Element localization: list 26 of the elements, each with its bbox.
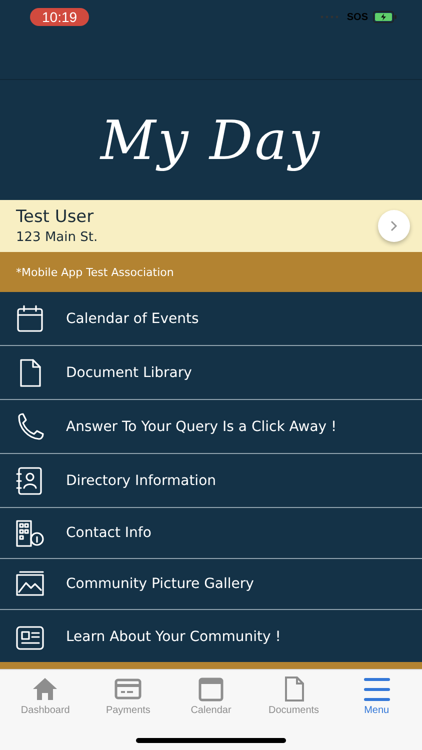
chevron-button[interactable] (378, 210, 410, 242)
phone-icon (15, 412, 45, 442)
navigation-row[interactable]: Learn About Your Community ! (0, 610, 422, 664)
navigation-row[interactable]: Document Library (0, 346, 422, 400)
navigation-row[interactable]: Contact Info (0, 508, 422, 559)
calendar-icon (196, 676, 225, 702)
contact-card-icon (15, 466, 45, 496)
image-icon (15, 569, 45, 599)
association-name: *Mobile App Test Association (16, 266, 174, 278)
user-name: Test User (16, 207, 95, 227)
carrier-text: SOS (346, 12, 368, 22)
chevron-right-icon (390, 220, 398, 232)
status-time: 10:19 (30, 8, 90, 26)
user-address: 123 Main St. (16, 230, 98, 245)
menu-icon (362, 676, 391, 702)
navigation-row[interactable]: Directory Information (0, 454, 422, 508)
navigation-row[interactable]: Community Picture Gallery (0, 559, 422, 610)
tab-bar-item[interactable]: Menu (338, 676, 416, 716)
battery-icon (373, 11, 397, 23)
credit-card-icon (114, 676, 142, 702)
navigation-row[interactable]: Calendar of Events (0, 292, 422, 346)
app-logo: My Day (100, 108, 322, 172)
house-icon (31, 676, 60, 702)
building-icon (15, 518, 45, 548)
calendar-icon (15, 304, 45, 334)
navigation-row[interactable]: Answer To Your Query Is a Click Away ! (0, 400, 422, 454)
